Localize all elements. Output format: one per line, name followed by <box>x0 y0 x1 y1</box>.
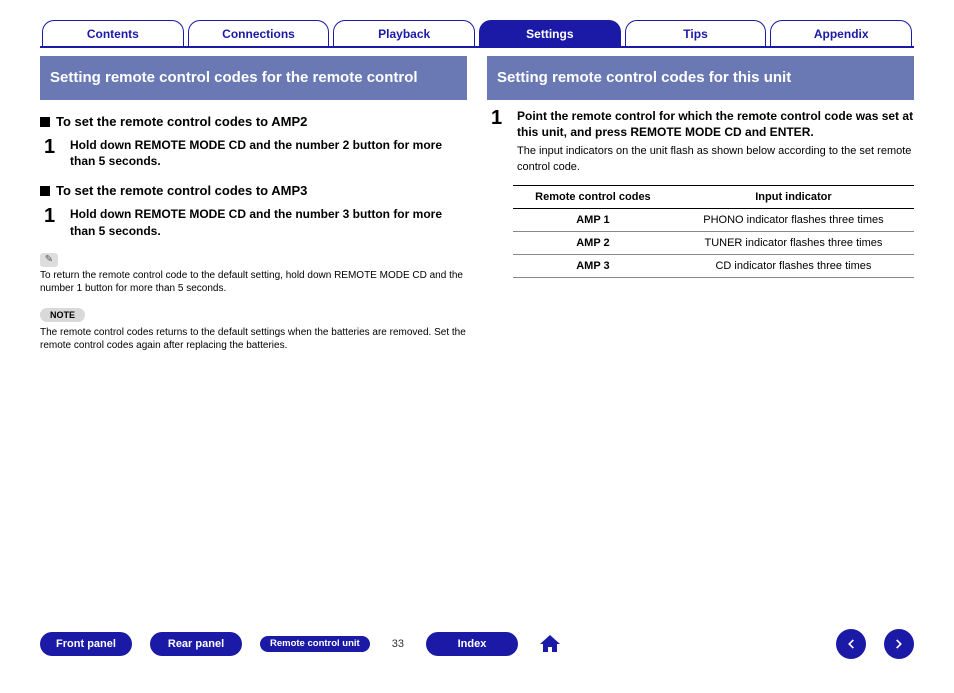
tab-tips[interactable]: Tips <box>625 20 767 46</box>
button-label: Rear panel <box>168 638 224 650</box>
cell-code: AMP 2 <box>513 232 673 255</box>
index-button[interactable]: Index <box>426 632 518 656</box>
button-label: Index <box>458 638 487 650</box>
subheading-text: To set the remote control codes to AMP3 <box>56 183 307 198</box>
tab-label: Playback <box>378 27 430 41</box>
front-panel-button[interactable]: Front panel <box>40 632 132 656</box>
tab-playback[interactable]: Playback <box>333 20 475 46</box>
button-label: Remote control unit <box>270 639 360 649</box>
footer-bar: Front panel Rear panel Remote control un… <box>40 629 914 659</box>
tab-settings[interactable]: Settings <box>479 20 621 46</box>
next-page-button[interactable] <box>884 629 914 659</box>
col-left: Setting remote control codes for the rem… <box>40 56 467 353</box>
tab-appendix[interactable]: Appendix <box>770 20 912 46</box>
step-amp2: 1 Hold down REMOTE MODE CD and the numbe… <box>44 137 467 169</box>
subheading-amp2: To set the remote control codes to AMP2 <box>40 114 467 129</box>
note-text: The remote control codes returns to the … <box>40 326 467 353</box>
step-plain-text: The input indicators on the unit flash a… <box>517 144 914 175</box>
square-bullet-icon <box>40 186 50 196</box>
step-number: 1 <box>491 108 505 175</box>
subheading-text: To set the remote control codes to AMP2 <box>56 114 307 129</box>
step-number: 1 <box>44 206 58 238</box>
pencil-icon: ✎ <box>40 253 58 267</box>
step-text: Hold down REMOTE MODE CD and the number … <box>70 137 467 169</box>
col-right: Setting remote control codes for this un… <box>487 56 914 353</box>
step-amp3: 1 Hold down REMOTE MODE CD and the numbe… <box>44 206 467 238</box>
th-indicator: Input indicator <box>673 186 914 209</box>
cell-indicator: CD indicator flashes three times <box>673 255 914 278</box>
top-nav: Contents Connections Playback Settings T… <box>40 20 914 48</box>
tab-connections[interactable]: Connections <box>188 20 330 46</box>
step-text: Hold down REMOTE MODE CD and the number … <box>70 206 467 238</box>
tab-label: Settings <box>526 27 573 41</box>
section-heading-left: Setting remote control codes for the rem… <box>40 56 467 100</box>
cell-code: AMP 1 <box>513 209 673 232</box>
tab-label: Contents <box>87 27 139 41</box>
table-row: AMP 3 CD indicator flashes three times <box>513 255 914 278</box>
page-body: Setting remote control codes for the rem… <box>40 56 914 353</box>
tab-label: Appendix <box>814 27 869 41</box>
rear-panel-button[interactable]: Rear panel <box>150 632 242 656</box>
table-row: AMP 1 PHONO indicator flashes three time… <box>513 209 914 232</box>
house-icon <box>538 632 562 656</box>
cell-indicator: PHONO indicator flashes three times <box>673 209 914 232</box>
home-icon[interactable] <box>536 630 564 658</box>
arrow-left-icon <box>844 637 858 651</box>
subheading-amp3: To set the remote control codes to AMP3 <box>40 183 467 198</box>
codes-table: Remote control codes Input indicator AMP… <box>513 185 914 278</box>
note-badge: NOTE <box>40 308 85 322</box>
remote-control-unit-button[interactable]: Remote control unit <box>260 636 370 652</box>
cell-indicator: TUNER indicator flashes three times <box>673 232 914 255</box>
arrow-right-icon <box>892 637 906 651</box>
tab-label: Connections <box>222 27 295 41</box>
th-codes: Remote control codes <box>513 186 673 209</box>
tab-contents[interactable]: Contents <box>42 20 184 46</box>
button-label: Front panel <box>56 638 116 650</box>
prev-page-button[interactable] <box>836 629 866 659</box>
page-number: 33 <box>392 638 404 650</box>
step-right-1: 1 Point the remote control for which the… <box>491 108 914 175</box>
step-bold-text: Point the remote control for which the r… <box>517 108 914 140</box>
section-heading-right: Setting remote control codes for this un… <box>487 56 914 100</box>
step-number: 1 <box>44 137 58 169</box>
cell-code: AMP 3 <box>513 255 673 278</box>
pencil-note-text: To return the remote control code to the… <box>40 269 467 296</box>
table-row: AMP 2 TUNER indicator flashes three time… <box>513 232 914 255</box>
tab-label: Tips <box>683 27 707 41</box>
square-bullet-icon <box>40 117 50 127</box>
